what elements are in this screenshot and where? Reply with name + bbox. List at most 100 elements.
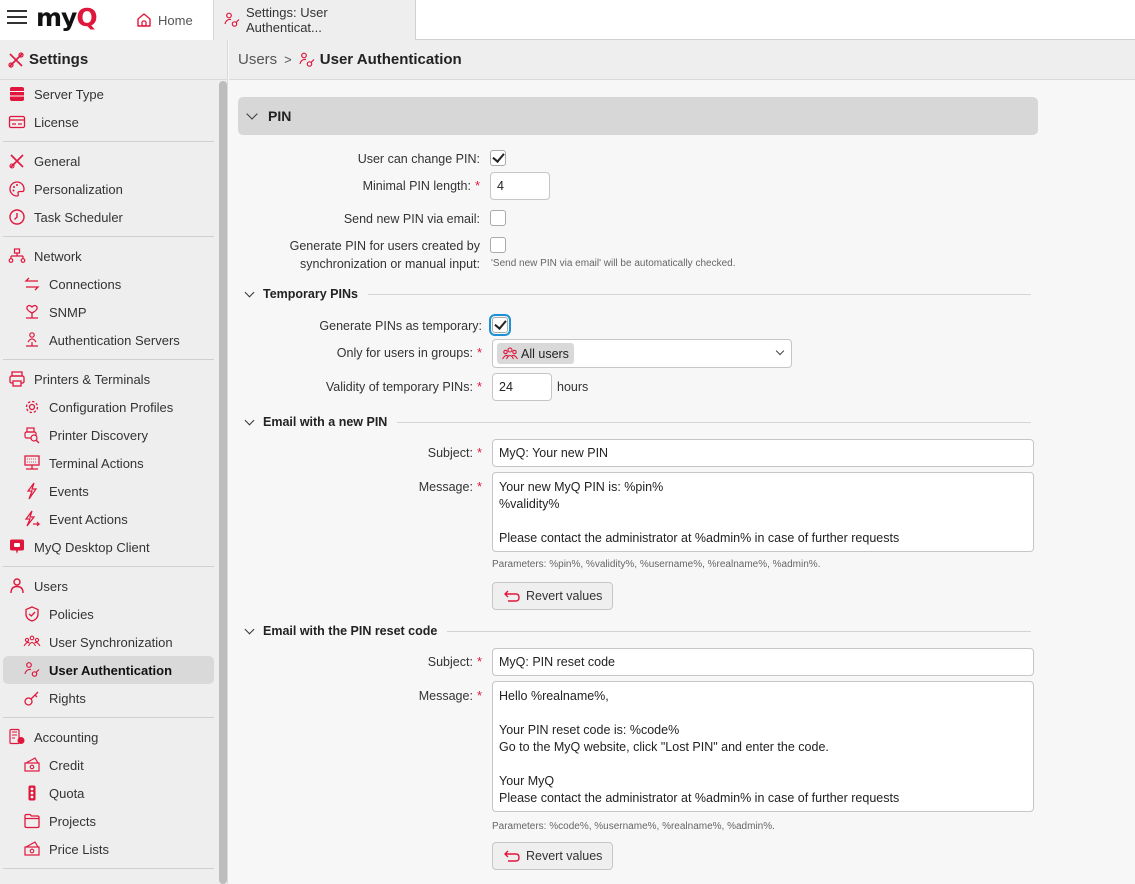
desktop-client-icon (8, 538, 26, 556)
email-new-subject-input[interactable]: MyQ: Your new PIN (492, 439, 1034, 467)
myq-logo[interactable]: myQ (36, 3, 98, 32)
user-can-change-pin-checkbox[interactable] (490, 150, 506, 166)
pin-panel-header[interactable]: PIN (238, 97, 1038, 135)
sidebar-item-printers-terminals[interactable]: Printers & Terminals (3, 365, 214, 393)
sidebar-item-license[interactable]: License (3, 108, 214, 136)
sidebar-item-label: Printers & Terminals (34, 371, 151, 387)
tab-settings-label: Settings: User Authenticat... (246, 5, 328, 35)
pin-panel-title: PIN (268, 108, 292, 124)
breadcrumb-users-link[interactable]: Users (238, 51, 277, 68)
email-reset-revert-button[interactable]: Revert values (492, 842, 614, 870)
message-label-text: Message: (418, 689, 473, 703)
required-marker: * (476, 654, 482, 669)
page-title: User Authentication (319, 51, 462, 68)
sidebar-divider (3, 868, 214, 869)
sidebar-item-label: Policies (49, 606, 94, 622)
money-icon (23, 756, 41, 774)
sidebar-item-quota[interactable]: Quota (3, 779, 214, 807)
sidebar-scrollbar[interactable] (219, 81, 227, 884)
groups-select[interactable]: All users (492, 339, 792, 368)
send-new-pin-checkbox[interactable] (490, 210, 506, 226)
license-icon (8, 113, 26, 131)
sidebar-item-user-synchronization[interactable]: User Synchronization (3, 628, 214, 656)
sidebar-item-projects[interactable]: Projects (3, 807, 214, 835)
minimal-pin-length-input[interactable]: 4 (490, 172, 550, 200)
sidebar-item-label: User Synchronization (49, 634, 173, 650)
tools-icon (8, 51, 24, 68)
sidebar-item-label: Event Actions (49, 511, 128, 527)
sidebar-title: Settings (29, 51, 89, 68)
sidebar-item-label: User Authentication (49, 662, 173, 678)
home-icon (136, 12, 152, 28)
sidebar-item-snmp[interactable]: SNMP (3, 298, 214, 326)
sidebar-divider (3, 717, 214, 718)
sidebar-item-accounting[interactable]: Accounting (3, 723, 214, 751)
terminal-icon (23, 454, 41, 472)
sidebar-item-label: Terminal Actions (49, 455, 144, 471)
lightning-icon (23, 482, 41, 500)
sidebar-item-configuration-profiles[interactable]: Configuration Profiles (3, 393, 214, 421)
sidebar-item-label: Authentication Servers (49, 332, 180, 348)
sidebar-item-price-lists[interactable]: Price Lists (3, 835, 214, 863)
user-can-change-pin-label: User can change PIN: (357, 152, 480, 166)
sidebar-item-authentication-servers[interactable]: Authentication Servers (3, 326, 214, 354)
printer-search-icon (23, 426, 41, 444)
section-divider (447, 630, 1031, 632)
section-divider (367, 293, 1031, 295)
sidebar-item-general[interactable]: General (3, 147, 214, 175)
sidebar-item-server-type[interactable]: Server Type (3, 80, 214, 108)
sidebar-item-policies[interactable]: Policies (3, 600, 214, 628)
revert-label: Revert values (526, 849, 603, 863)
email-new-parameters-hint: Parameters: %pin%, %validity%, %username… (492, 559, 821, 570)
email-reset-message-textarea[interactable]: Hello %realname%, Your PIN reset code is… (492, 681, 1034, 812)
email-new-revert-button[interactable]: Revert values (492, 582, 614, 610)
chevron-down-icon (244, 415, 255, 425)
validity-input[interactable]: 24 (492, 373, 552, 401)
tools-icon (8, 152, 26, 170)
temporary-pins-section-header[interactable]: Temporary PINs (244, 287, 1031, 301)
required-marker: * (476, 688, 482, 703)
sidebar-item-myq-desktop-client[interactable]: MyQ Desktop Client (3, 533, 214, 561)
revert-label: Revert values (526, 589, 603, 603)
message-label-text: Message: (418, 480, 473, 494)
undo-icon (503, 849, 521, 863)
user-key-icon (299, 52, 315, 68)
group-tag-all-users[interactable]: All users (497, 343, 574, 364)
tab-settings-user-authentication[interactable]: Settings: User Authenticat... (214, 0, 416, 40)
sidebar-item-credit[interactable]: Credit (3, 751, 214, 779)
chevron-down-icon[interactable] (775, 346, 785, 356)
sidebar-item-users[interactable]: Users (3, 572, 214, 600)
sidebar-item-connections[interactable]: Connections (3, 270, 214, 298)
chevron-down-icon (246, 107, 258, 120)
sidebar-item-personalization[interactable]: Personalization (3, 175, 214, 203)
chevron-down-icon (244, 624, 255, 634)
email-reset-subject-input[interactable]: MyQ: PIN reset code (492, 648, 1034, 676)
validity-label-text: Validity of temporary PINs: (325, 380, 473, 394)
auth-server-icon (23, 331, 41, 349)
required-marker: * (476, 445, 482, 460)
settings-sidebar: Settings Server Type License General Person… (0, 40, 228, 884)
generate-pin-label-line2: synchronization or manual input: (300, 257, 480, 271)
email-new-message-textarea[interactable]: Your new MyQ PIN is: %pin% %validity% Pl… (492, 472, 1034, 552)
generate-pin-checkbox[interactable] (490, 237, 506, 253)
sidebar-item-label: Projects (49, 813, 96, 829)
minimal-pin-length-label-text: Minimal PIN length: (362, 179, 471, 193)
generate-temp-checkbox[interactable] (489, 314, 511, 336)
hamburger-menu-icon[interactable] (7, 10, 27, 26)
required-marker: * (476, 379, 482, 394)
sidebar-item-label: Personalization (34, 181, 123, 197)
sidebar-item-rights[interactable]: Rights (3, 684, 214, 712)
shield-icon (23, 605, 41, 623)
sidebar-item-terminal-actions[interactable]: Terminal Actions (3, 449, 214, 477)
palette-icon (8, 180, 26, 198)
sidebar-item-user-authentication[interactable]: User Authentication (3, 656, 214, 684)
sidebar-item-event-actions[interactable]: Event Actions (3, 505, 214, 533)
sidebar-item-network[interactable]: Network (3, 242, 214, 270)
tab-home[interactable]: Home (126, 0, 214, 40)
email-new-pin-section-header[interactable]: Email with a new PIN (244, 415, 1031, 429)
sidebar-item-printer-discovery[interactable]: Printer Discovery (3, 421, 214, 449)
sidebar-item-task-scheduler[interactable]: Task Scheduler (3, 203, 214, 231)
sidebar-item-events[interactable]: Events (3, 477, 214, 505)
tab-bar-empty (416, 0, 1135, 40)
email-reset-section-header[interactable]: Email with the PIN reset code (244, 624, 1031, 638)
